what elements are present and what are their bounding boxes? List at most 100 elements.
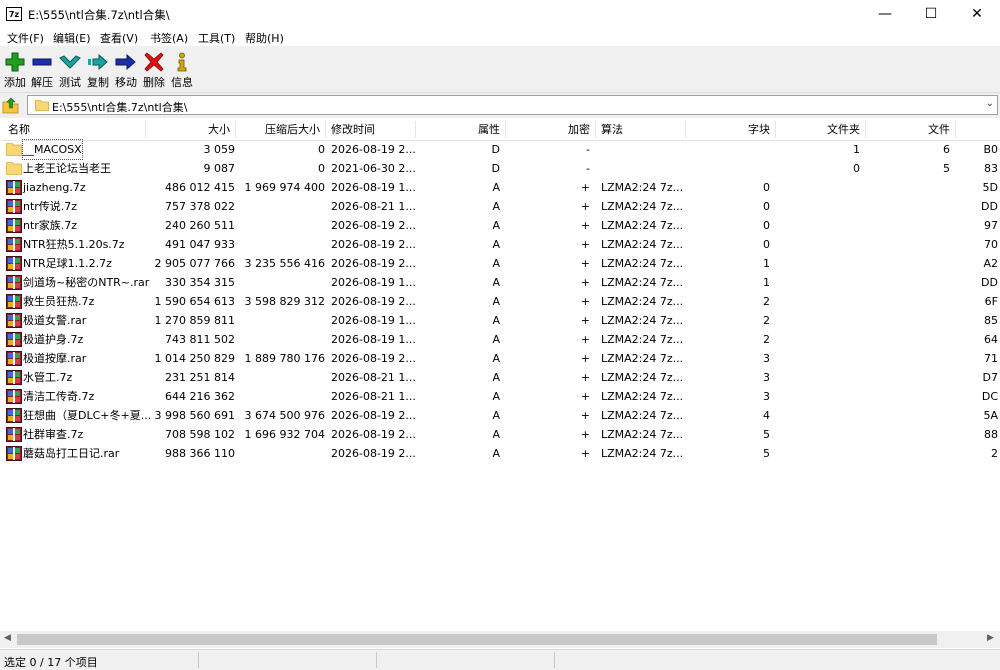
table-row[interactable]: ntr家族.7z 240 260 511 2026-08-19 2... A + LZMA… (0, 216, 1000, 235)
table-row[interactable]: 蘑菇岛打工日记.rar 988 366 110 2026-08-19 2... A + L… (0, 444, 1000, 463)
name-cell: 蘑菇岛打工日记.rar (23, 447, 120, 460)
modified-cell: 2026-08-19 1... (331, 314, 415, 327)
column-block[interactable]: 字块 (686, 119, 775, 140)
name-cell: 上老王论坛当老王 (23, 162, 111, 175)
menu-help[interactable]: 帮助(H) (245, 30, 284, 46)
encrypted-cell: + (580, 200, 590, 213)
column-crc[interactable] (956, 119, 1000, 140)
method-cell: LZMA2:24 7z... (601, 409, 684, 422)
menu-edit[interactable]: 编辑(E) (53, 30, 91, 46)
packed-size-cell (236, 197, 325, 216)
table-row[interactable]: 清洁工传奇.7z 644 216 362 2026-08-21 1... A + LZMA… (0, 387, 1000, 406)
packed-size-cell: 0 (318, 162, 325, 175)
method-cell: LZMA2:24 7z... (601, 276, 684, 289)
column-folders[interactable]: 文件夹 (776, 119, 865, 140)
size-cell: 3 059 (203, 143, 236, 156)
modified-cell: 2026-08-19 2... (331, 143, 415, 156)
table-row[interactable]: 极道女警.rar 1 270 859 811 2026-08-19 1... A + LZ… (0, 311, 1000, 330)
folders-cell (776, 216, 860, 235)
maximize-button[interactable]: ☐ (908, 0, 954, 28)
column-header: 名称 大小 压缩后大小 修改时间 属性 加密 算法 字块 文件夹 文件 (0, 119, 1000, 141)
files-cell (866, 235, 950, 254)
table-row[interactable]: 剑道场~秘密のNTR~.rar 330 354 315 2026-08-19 1..… (0, 273, 1000, 292)
files-cell (866, 178, 950, 197)
folders-cell (776, 292, 860, 311)
column-packed-size[interactable]: 压缩后大小 (236, 119, 325, 140)
table-row[interactable]: 救生员狂热.7z 1 590 654 613 3 598 829 312 2026-0… (0, 292, 1000, 311)
column-attributes[interactable]: 属性 (416, 119, 505, 140)
column-encrypted[interactable]: 加密 (506, 119, 595, 140)
app-icon: 7z (6, 7, 22, 21)
parent-folder-button[interactable] (2, 96, 22, 116)
name-cell: ntr传说.7z (23, 200, 78, 213)
address-input[interactable]: E:\555\ntl合集.7z\ntl合集\ ⌄ (27, 95, 998, 115)
column-modified[interactable]: 修改时间 (326, 119, 415, 140)
folders-cell (776, 197, 860, 216)
attributes-cell: A (492, 257, 500, 270)
table-row[interactable]: 上老王论坛当老王 9 087 0 2021-06-30 2... D - 0 5 83 (0, 159, 1000, 178)
packed-size-cell: 3 235 556 416 (244, 257, 325, 270)
block-cell: 4 (763, 409, 770, 422)
encrypted-cell: + (580, 257, 590, 270)
scroll-right-icon[interactable]: ▶ (987, 633, 994, 643)
table-row[interactable]: 狂想曲（夏DLC+冬+夏... 3 998 560 691 3 674 500 97… (0, 406, 1000, 425)
column-method[interactable]: 算法 (596, 119, 685, 140)
attributes-cell: A (492, 295, 500, 308)
scrollbar-thumb[interactable] (17, 634, 937, 645)
menu-tools[interactable]: 工具(T) (198, 30, 235, 46)
method-cell: LZMA2:24 7z... (601, 314, 684, 327)
scroll-left-icon[interactable]: ◀ (4, 633, 11, 643)
menu-bookmarks[interactable]: 书签(A) (150, 30, 188, 46)
size-cell: 988 366 110 (165, 447, 235, 460)
menu-view[interactable]: 查看(V) (100, 30, 138, 46)
file-list[interactable]: 名称 大小 压缩后大小 修改时间 属性 加密 算法 字块 文件夹 文件 __MA… (0, 119, 1000, 631)
files-cell (866, 368, 950, 387)
table-row[interactable]: jiazheng.7z 486 012 415 1 969 974 400 2026-… (0, 178, 1000, 197)
size-cell: 9 087 (203, 162, 236, 175)
archive-icon (6, 332, 22, 347)
column-files[interactable]: 文件 (866, 119, 955, 140)
table-row[interactable]: 极道护身.7z 743 811 502 2026-08-19 1... A + LZMA2… (0, 330, 1000, 349)
crc-cell: DD (981, 276, 998, 289)
minimize-button[interactable]: — (862, 0, 908, 28)
folders-cell (776, 387, 860, 406)
chevron-down-icon[interactable]: ⌄ (986, 98, 994, 109)
files-cell (866, 425, 950, 444)
menu-file[interactable]: 文件(F) (7, 30, 44, 46)
modified-cell: 2021-06-30 2... (331, 162, 415, 175)
address-text: E:\555\ntl合集.7z\ntl合集\ (52, 101, 188, 114)
folders-cell (776, 406, 860, 425)
table-row[interactable]: 水管工.7z 231 251 814 2026-08-21 1... A + LZMA2:… (0, 368, 1000, 387)
table-row[interactable]: ntr传说.7z 757 378 022 2026-08-21 1... A + LZMA… (0, 197, 1000, 216)
attributes-cell: A (492, 371, 500, 384)
table-row[interactable]: NTR狂热5.1.20s.7z 491 047 933 2026-08-19 2..… (0, 235, 1000, 254)
size-cell: 708 598 102 (165, 428, 235, 441)
folders-cell: 0 (853, 162, 860, 175)
column-size[interactable]: 大小 (146, 119, 235, 140)
files-cell (866, 292, 950, 311)
crc-cell: DD (981, 200, 998, 213)
size-cell: 1 014 250 829 (154, 352, 235, 365)
window-title: E:\555\ntl合集.7z\ntl合集\ (28, 8, 170, 22)
block-cell: 3 (763, 352, 770, 365)
table-row[interactable]: NTR足球1.1.2.7z 2 905 077 766 3 235 556 416 2… (0, 254, 1000, 273)
files-cell (866, 349, 950, 368)
name-cell: 极道女警.rar (23, 314, 87, 327)
attributes-cell: A (492, 409, 500, 422)
extract-icon (32, 58, 52, 66)
column-name[interactable]: 名称 (3, 119, 145, 140)
close-button[interactable]: ✕ (954, 0, 1000, 28)
horizontal-scrollbar[interactable]: ◀ ▶ (0, 631, 1000, 648)
packed-size-cell: 3 674 500 976 (244, 409, 325, 422)
table-row[interactable]: __MACOSX 3 059 0 2026-08-19 2... D - 1 6 B0 (0, 139, 1000, 160)
info-button[interactable]: 信息 (168, 50, 196, 90)
crc-cell: DC (981, 390, 998, 403)
table-row[interactable]: 极道按摩.rar 1 014 250 829 1 889 780 176 2026-0… (0, 349, 1000, 368)
encrypted-cell: + (580, 219, 590, 232)
packed-size-cell (236, 444, 325, 463)
method-cell: LZMA2:24 7z... (601, 447, 684, 460)
address-bar: E:\555\ntl合集.7z\ntl合集\ ⌄ (0, 93, 1000, 118)
table-row[interactable]: 社群审查.7z 708 598 102 1 696 932 704 2026-08-1… (0, 425, 1000, 444)
modified-cell: 2026-08-19 1... (331, 333, 415, 346)
size-cell: 231 251 814 (165, 371, 235, 384)
